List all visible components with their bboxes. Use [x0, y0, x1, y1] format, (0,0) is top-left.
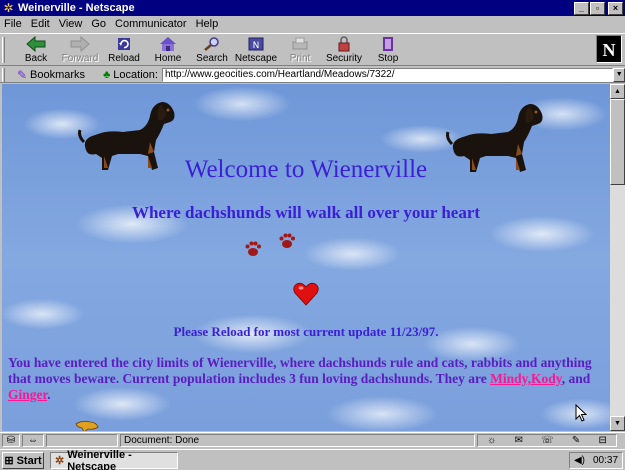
security-status-icon[interactable]: ⊟: [598, 435, 606, 446]
bookmarks-button[interactable]: ✎ Bookmarks: [17, 68, 85, 82]
menu-communicator[interactable]: Communicator: [115, 18, 187, 30]
print-label: Print: [289, 53, 311, 64]
security-lock-icon: [338, 36, 350, 52]
intro-paragraph: You have entered the city limits of Wien…: [8, 355, 598, 403]
home-label: Home: [154, 53, 182, 64]
component-bar-icon[interactable]: ⇔: [22, 434, 44, 447]
menu-view[interactable]: View: [59, 18, 83, 30]
start-label: Start: [16, 454, 42, 467]
windows-logo-icon: ⊞: [4, 455, 14, 467]
dog-head-icon: [75, 420, 99, 431]
print-button[interactable]: Print: [278, 35, 322, 65]
netscape-button[interactable]: N Netscape: [234, 35, 278, 65]
location-label-group: ♣ Location:: [103, 69, 158, 81]
close-button[interactable]: ×: [608, 1, 623, 15]
minimize-button[interactable]: _: [574, 1, 589, 15]
page-heading: Welcome to Wienerville: [184, 156, 428, 183]
reload-icon: [118, 38, 130, 50]
forward-label: Forward: [61, 53, 99, 64]
home-button[interactable]: Home: [146, 35, 190, 65]
scroll-up-button[interactable]: ▲: [610, 84, 625, 99]
netscape-app-icon[interactable]: ✲: [2, 2, 15, 15]
stop-label: Stop: [377, 53, 399, 64]
forward-button[interactable]: Forward: [58, 35, 102, 65]
bookmarks-icon: ✎: [16, 67, 28, 82]
intro-and-text: , and: [561, 371, 591, 386]
system-tray: ◀) 00:37: [569, 452, 623, 469]
svg-text:N: N: [253, 41, 260, 51]
clock[interactable]: 00:37: [593, 455, 618, 466]
location-label: Location:: [113, 68, 158, 81]
stop-icon: [383, 37, 393, 51]
link-ginger[interactable]: Ginger: [8, 387, 47, 402]
netscape-task-icon: ✲: [55, 455, 65, 467]
reload-button[interactable]: Reload: [102, 35, 146, 65]
paw-print-icon-left: [245, 241, 261, 256]
page-subheading: Where dachshunds will walk all over your…: [131, 203, 481, 222]
volume-icon[interactable]: ◀): [574, 455, 585, 466]
netscape-guide-icon: N: [248, 37, 264, 51]
location-toolbar-grip[interactable]: [2, 67, 5, 82]
netscape-throbber-logo[interactable]: N: [596, 35, 622, 63]
search-label: Search: [196, 53, 228, 64]
menu-go[interactable]: Go: [91, 18, 106, 30]
security-button[interactable]: Security: [322, 35, 366, 65]
back-arrow-icon: [26, 36, 46, 52]
menu-file[interactable]: File: [4, 18, 22, 30]
print-icon: [292, 37, 308, 50]
netscape-label: Netscape: [234, 53, 278, 64]
search-button[interactable]: Search: [190, 35, 234, 65]
stop-button[interactable]: Stop: [366, 35, 410, 65]
url-dropdown-button[interactable]: ▼: [613, 67, 625, 82]
bookmarks-label: Bookmarks: [30, 68, 86, 81]
start-button[interactable]: ⊞ Start: [2, 452, 44, 469]
heart-icon: [293, 282, 319, 306]
search-icon: [204, 37, 219, 51]
maximize-button[interactable]: ▫: [590, 1, 605, 15]
update-notice: Please Reload for most current update 11…: [173, 324, 439, 339]
scroll-thumb[interactable]: [610, 99, 625, 185]
connection-status-icon: ⛁: [2, 434, 20, 447]
scroll-down-button[interactable]: ▼: [610, 416, 625, 431]
title-bar: ✲ Weinerville - Netscape _ ▫ ×: [0, 0, 625, 16]
toolbar-grip[interactable]: [2, 37, 5, 63]
status-text: Document: Done: [120, 434, 475, 447]
window-title: Weinerville - Netscape: [18, 2, 135, 14]
page-content: Welcome to Wienerville Where dachshunds …: [2, 84, 610, 431]
vertical-scrollbar[interactable]: ▲ ▼: [610, 84, 625, 431]
home-icon: [160, 37, 176, 51]
composer-icon[interactable]: ✎: [572, 435, 580, 446]
component-launcher: ☼ ✉ ☏ ✎ ⊟: [477, 434, 617, 447]
status-bar: ⛁ ⇔ Document: Done ☼ ✉ ☏ ✎ ⊟: [0, 432, 625, 448]
location-toolbar: ✎ Bookmarks ♣ Location: http://www.geoci…: [0, 67, 625, 83]
windows-taskbar: ⊞ Start ✲ Weinerville - Netscape ◀) 00:3…: [0, 449, 625, 470]
page-proxy-icon[interactable]: ♣: [103, 69, 110, 81]
discussion-icon[interactable]: ☏: [541, 435, 554, 446]
taskbar-window-title: Weinerville - Netscape: [67, 448, 132, 470]
url-input[interactable]: http://www.geocities.com/Heartland/Meado…: [161, 67, 614, 82]
menu-bar: File Edit View Go Communicator Help: [0, 16, 625, 32]
mouse-cursor-icon: [575, 404, 587, 422]
back-button[interactable]: Back: [14, 35, 58, 65]
intro-end-text: .: [47, 387, 51, 402]
navigator-icon[interactable]: ☼: [487, 435, 496, 446]
paw-print-icon-right: [279, 233, 295, 248]
security-label: Security: [325, 53, 363, 64]
menu-help[interactable]: Help: [196, 18, 219, 30]
progress-bar: [46, 434, 118, 447]
mail-icon[interactable]: ✉: [515, 435, 523, 446]
back-label: Back: [24, 53, 48, 64]
navigation-toolbar: Back Forward Reload Home Search N Netsca…: [0, 33, 625, 66]
reload-label: Reload: [108, 53, 140, 64]
forward-arrow-icon: [70, 36, 90, 52]
taskbar-netscape-window[interactable]: ✲ Weinerville - Netscape: [50, 448, 178, 470]
menu-edit[interactable]: Edit: [31, 18, 50, 30]
link-mindy-kody[interactable]: Mindy,Kody: [490, 371, 562, 386]
